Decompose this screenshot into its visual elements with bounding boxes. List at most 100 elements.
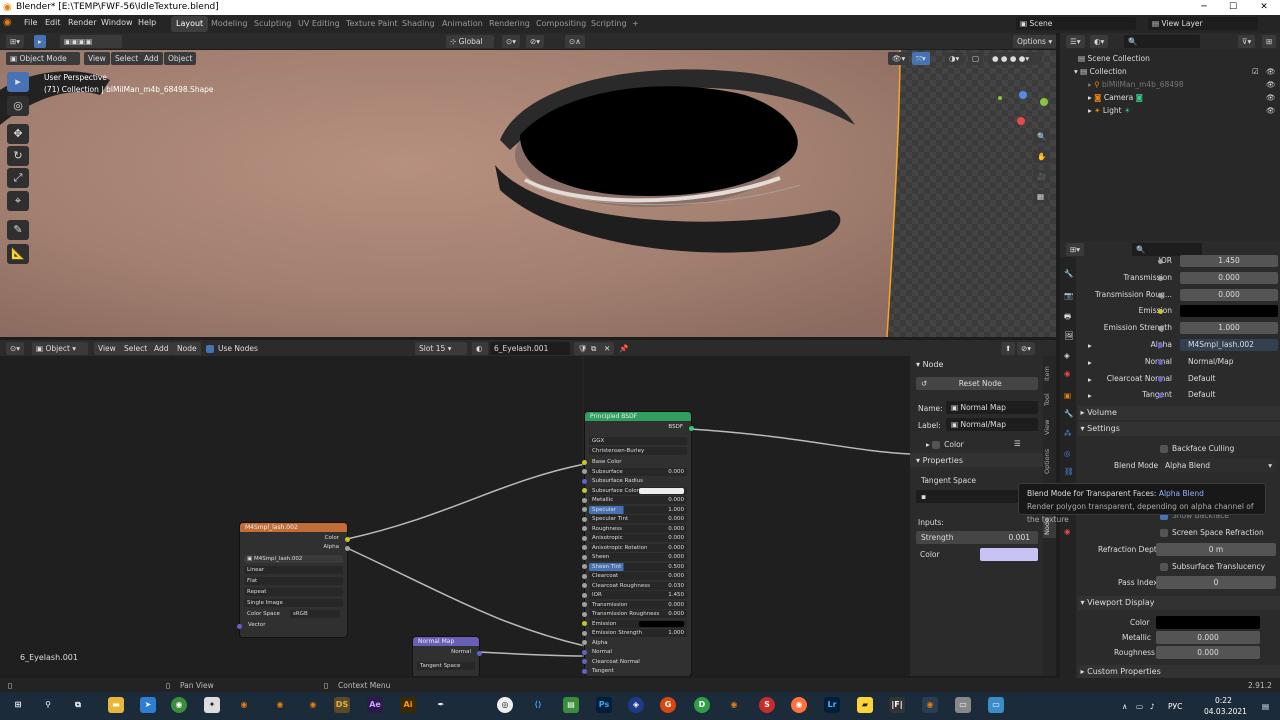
socket-dot-icon[interactable] bbox=[1158, 275, 1163, 281]
bsdf-input-row[interactable]: Transmission Roughness 0.000 bbox=[582, 610, 687, 618]
node-menu-select[interactable]: Select bbox=[120, 342, 152, 355]
socket-dot-icon[interactable] bbox=[1158, 292, 1163, 298]
camera-visibility-icon[interactable]: 👁 bbox=[1266, 93, 1276, 102]
bsdf-input-socket[interactable] bbox=[582, 469, 587, 474]
extension-dropdown[interactable]: Repeat bbox=[244, 588, 343, 596]
task-view-icon[interactable]: ⧉ bbox=[70, 697, 86, 713]
refraction-depth-field[interactable]: 0 m bbox=[1156, 543, 1276, 556]
bsdf-input-row[interactable]: Anisotropic 0.000 bbox=[582, 534, 687, 542]
camera-view-icon[interactable]: 🎥 bbox=[1033, 170, 1051, 183]
cursor-tool-icon[interactable]: ◎ bbox=[7, 96, 29, 116]
mesh-visibility-icon[interactable]: 👁 bbox=[1266, 80, 1276, 89]
scene-collection-item[interactable]: ▤ Scene Collection bbox=[1078, 54, 1150, 63]
tab-shading[interactable]: Shading bbox=[397, 16, 440, 32]
light-visibility-icon[interactable]: 👁 bbox=[1266, 106, 1276, 115]
vscode-icon[interactable]: ⟨⟩ bbox=[530, 697, 546, 713]
annotate-tool-icon[interactable]: ✎ bbox=[7, 220, 29, 240]
source-dropdown[interactable]: Single Image bbox=[244, 599, 343, 607]
blend-mode-dropdown[interactable]: Alpha Blend ▾ bbox=[1160, 459, 1276, 472]
viewport-options-button[interactable]: Options ▾ bbox=[1013, 35, 1057, 48]
bsdf-input-row[interactable]: Subsurface 0.000 bbox=[582, 467, 687, 476]
clock-date[interactable]: 04.03.2021 bbox=[1204, 707, 1247, 716]
tab-animation[interactable]: Animation bbox=[437, 16, 488, 32]
properties-section-header[interactable]: ▾ Properties bbox=[910, 453, 1044, 467]
tab-sculpting[interactable]: Sculpting bbox=[249, 16, 296, 32]
shading-mode-buttons[interactable]: ● ● ● ●▾ bbox=[988, 52, 1042, 65]
window-app-icon[interactable]: ▭ bbox=[988, 697, 1004, 713]
transform-orientation[interactable]: ⊹ Global bbox=[446, 35, 494, 48]
view-layer-selector[interactable]: ▤ View Layer bbox=[1148, 17, 1258, 30]
firefox-icon[interactable]: ◉ bbox=[791, 697, 807, 713]
bsdf-input-socket[interactable] bbox=[582, 630, 587, 636]
notifications-icon[interactable]: ▤ bbox=[1262, 702, 1269, 711]
bsdf-input-socket[interactable] bbox=[582, 459, 587, 465]
snap-button[interactable]: ⊘▾ bbox=[526, 35, 545, 48]
bsdf-input-row[interactable]: Tangent bbox=[582, 667, 687, 675]
emission-color-swatch[interactable] bbox=[639, 620, 684, 627]
node-section-header[interactable]: ▾ Node bbox=[916, 360, 943, 369]
backface-culling-checkbox[interactable]: Backface Culling bbox=[1160, 444, 1234, 453]
bsdf-input-row[interactable]: Transmission 0.000 bbox=[582, 600, 687, 609]
node-name-field[interactable]: ▣ Normal Map bbox=[946, 401, 1038, 414]
material-input-value[interactable]: M4Smpl_lash.002 bbox=[1180, 339, 1278, 351]
material-input-value[interactable]: Normal/Map bbox=[1180, 355, 1278, 368]
subsurface-method-dropdown[interactable]: Christensen-Burley bbox=[589, 447, 687, 455]
menu-render[interactable]: Render bbox=[68, 18, 96, 27]
material-input-value[interactable]: 0.000 bbox=[1180, 271, 1278, 284]
blender-active-icon[interactable]: ◉ bbox=[922, 697, 938, 713]
bsdf-input-row[interactable]: Anisotropic Rotation 0.000 bbox=[582, 543, 687, 552]
material-input-value[interactable]: Default bbox=[1180, 389, 1278, 402]
bsdf-input-row[interactable]: Sheen 0.000 bbox=[582, 553, 687, 561]
start-icon[interactable]: ⊞ bbox=[10, 697, 26, 713]
filter-icon[interactable]: ⊽▾ bbox=[1238, 35, 1256, 48]
subsurface-color-swatch[interactable] bbox=[639, 487, 684, 494]
bsdf-input-row[interactable]: Roughness 0.000 bbox=[582, 524, 687, 533]
clock-time[interactable]: 0:22 bbox=[1215, 696, 1232, 705]
bsdf-input-row[interactable]: Clearcoat Roughness 0.030 bbox=[582, 581, 687, 590]
bsdf-input-socket[interactable] bbox=[582, 668, 587, 674]
subsurface-translucency-checkbox[interactable]: Subsurface Translucency bbox=[1160, 562, 1265, 571]
bsdf-input-row[interactable]: Emission Strength 1.000 bbox=[582, 629, 687, 637]
measure-tool-icon[interactable]: 📐 bbox=[7, 244, 29, 264]
tab-compositing[interactable]: Compositing bbox=[531, 16, 591, 32]
physics-tab-icon[interactable]: ◎ bbox=[1064, 449, 1071, 458]
menu-help[interactable]: Help bbox=[138, 18, 156, 27]
ortho-grid-icon[interactable]: ▦ bbox=[1033, 190, 1049, 203]
new-collection-icon[interactable]: ⊞ bbox=[1262, 35, 1277, 48]
material-input-value[interactable] bbox=[1180, 305, 1278, 318]
tab-options[interactable]: Options bbox=[1043, 446, 1056, 476]
maximize-button[interactable]: ☐ bbox=[1219, 0, 1247, 15]
tab-tool[interactable]: Tool bbox=[1043, 390, 1056, 410]
bsdf-input-row[interactable]: Metallic 0.000 bbox=[582, 496, 687, 504]
bsdf-input-socket[interactable] bbox=[582, 621, 587, 626]
screen-space-refraction-checkbox[interactable]: Screen Space Refraction bbox=[1160, 528, 1264, 537]
bsdf-input-socket[interactable] bbox=[582, 535, 587, 541]
add-workspace-button[interactable]: + bbox=[627, 16, 644, 32]
vd-color-swatch[interactable] bbox=[1156, 616, 1260, 629]
tab-view[interactable]: View bbox=[1043, 416, 1056, 438]
normal-output-socket[interactable] bbox=[477, 651, 482, 656]
pen-icon[interactable]: ✒ bbox=[433, 697, 449, 713]
bsdf-input-row[interactable]: Subsurface Color bbox=[582, 486, 687, 495]
shader-type-dropdown[interactable]: ▣ Object ▾ bbox=[32, 342, 88, 355]
obs-icon[interactable]: ◎ bbox=[497, 697, 513, 713]
distribution-dropdown[interactable]: GGX bbox=[589, 437, 687, 445]
move-tool-icon[interactable]: ✥ bbox=[7, 124, 29, 144]
tab-item[interactable]: Item bbox=[1043, 362, 1056, 386]
vd-metallic-field[interactable]: 0.000 bbox=[1156, 631, 1260, 644]
select-mode-buttons[interactable]: ▣▣▣▣ bbox=[60, 35, 122, 48]
telegram-icon[interactable]: ➤ bbox=[140, 697, 156, 713]
bsdf-input-socket[interactable] bbox=[582, 564, 587, 569]
list-icon[interactable]: ☰ bbox=[1014, 439, 1021, 448]
scale-tool-icon[interactable]: ⤢ bbox=[7, 168, 29, 188]
socket-dot-icon[interactable] bbox=[1158, 259, 1163, 264]
bsdf-input-socket[interactable] bbox=[582, 659, 587, 664]
particles-tab-icon[interactable]: ⁂ bbox=[1064, 429, 1072, 438]
material-input-value[interactable]: 1.450 bbox=[1180, 255, 1278, 267]
material-input-value[interactable]: Default bbox=[1180, 372, 1278, 385]
bsdf-input-socket[interactable] bbox=[582, 507, 587, 512]
pivot-button[interactable]: ⊙▾ bbox=[502, 35, 521, 48]
select-box-tool[interactable]: ▸ bbox=[34, 35, 46, 48]
bsdf-input-socket[interactable] bbox=[582, 497, 587, 503]
node-label-field[interactable]: ▣ Normal/Map bbox=[946, 418, 1038, 431]
